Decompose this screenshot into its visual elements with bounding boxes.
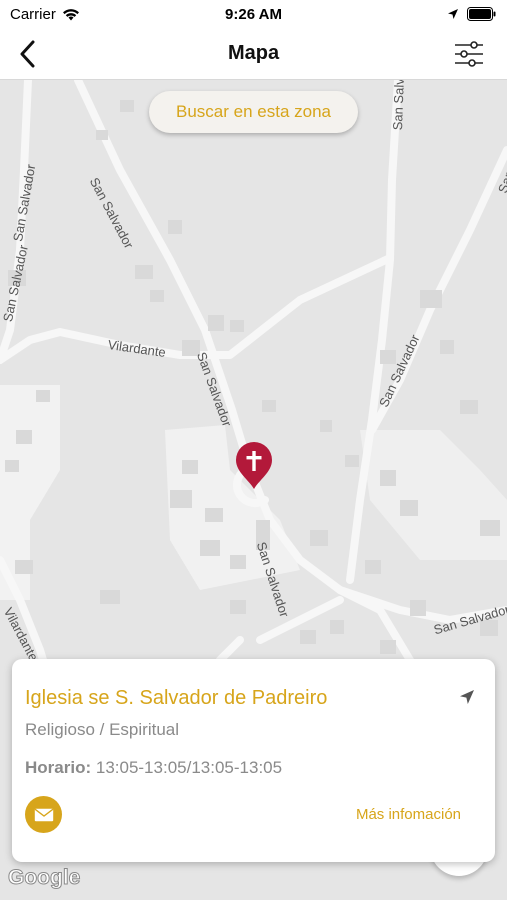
more-info-link[interactable]: Más infomación: [356, 806, 461, 823]
chevron-left-icon: [20, 40, 35, 68]
place-info-card[interactable]: Iglesia se S. Salvador de Padreiro Relig…: [12, 659, 495, 862]
envelope-icon: [34, 808, 53, 821]
schedule-label: Horario:: [25, 758, 92, 777]
place-category: Religioso / Espiritual: [25, 720, 180, 739]
location-arrow-icon: [448, 9, 458, 19]
church-map-pin[interactable]: [235, 442, 273, 490]
carrier-label: Carrier: [10, 5, 56, 23]
page-title: Mapa: [227, 42, 280, 64]
street-label: San Salvador: [390, 80, 408, 131]
battery-icon: [467, 7, 496, 21]
back-button[interactable]: [12, 38, 42, 70]
wifi-icon: [62, 8, 79, 20]
navigate-button[interactable]: [459, 689, 475, 705]
status-left: Carrier: [10, 6, 80, 23]
google-attribution: Google: [7, 866, 81, 890]
schedule: Horario: 13:05-13:05/13:05-13:05: [25, 758, 282, 778]
navigation-bar: Mapa: [0, 28, 507, 80]
place-title[interactable]: Iglesia se S. Salvador de Padreiro: [25, 687, 327, 710]
schedule-value: 13:05-13:05/13:05-13:05: [95, 758, 283, 777]
search-this-area-button[interactable]: Buscar en esta zona: [149, 91, 358, 133]
filter-button[interactable]: [453, 38, 485, 70]
church-cross-pin-icon: [236, 442, 272, 489]
email-button[interactable]: [25, 796, 62, 833]
status-bar: Carrier 9:26 AM: [0, 0, 507, 28]
navigation-arrow-icon: [460, 690, 474, 704]
status-right: [447, 7, 497, 21]
sliders-icon: [455, 41, 483, 67]
